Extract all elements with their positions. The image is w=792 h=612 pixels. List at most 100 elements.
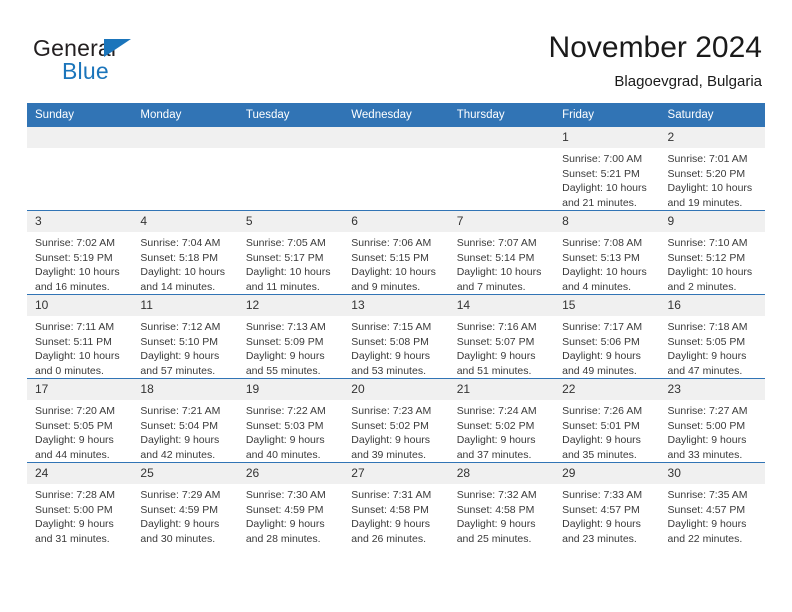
calendar-day-cell: 5 Sunrise: 7:05 AM Sunset: 5:17 PM Daylight… <box>237 210 344 295</box>
calendar-week-row: 24 Sunrise: 7:28 AM Sunset: 5:00 PM Dayligh… <box>27 462 765 546</box>
daylight-duration-line2: and 11 minutes. <box>245 280 320 293</box>
daylight-duration-line1: Daylight: 9 hours <box>562 434 641 446</box>
title-block: November 2024 Blagoevgrad, Bulgaria <box>549 30 762 92</box>
daylight-duration-line1: Daylight: 10 hours <box>35 350 120 362</box>
day-number: 9 <box>659 211 765 232</box>
daylight-duration-line2: and 42 minutes. <box>140 448 216 461</box>
day-details: Sunrise: 7:02 AM Sunset: 5:19 PM Daylight:… <box>27 232 132 294</box>
logo-text-blue: Blue <box>62 58 109 84</box>
sunset-time: Sunset: 5:07 PM <box>456 335 535 348</box>
day-number: 8 <box>554 211 660 232</box>
calendar-day-cell: 30 Sunrise: 7:35 AM Sunset: 4:57 PM Dayligh… <box>659 462 765 546</box>
calendar-page: General Blue November 2024 Blagoevgrad, … <box>0 0 792 612</box>
calendar-day-cell: 27 Sunrise: 7:31 AM Sunset: 4:58 PM Dayligh… <box>343 462 449 546</box>
day-details: Sunrise: 7:29 AM Sunset: 4:59 PM Daylight:… <box>132 484 237 546</box>
sunrise-time: Sunrise: 7:10 AM <box>667 237 748 249</box>
day-details: Sunrise: 7:23 AM Sunset: 5:02 PM Daylight:… <box>343 400 448 462</box>
daylight-duration-line1: Daylight: 9 hours <box>35 518 114 530</box>
day-number <box>27 127 133 148</box>
calendar-day-cell: 25 Sunrise: 7:29 AM Sunset: 4:59 PM Dayligh… <box>132 462 238 546</box>
page-subtitle: Blagoevgrad, Bulgaria <box>614 73 762 90</box>
daylight-duration-line1: Daylight: 9 hours <box>140 350 220 362</box>
day-details: Sunrise: 7:06 AM Sunset: 5:15 PM Daylight:… <box>343 232 448 294</box>
weekday-header-monday: Monday <box>132 103 238 127</box>
day-details: Sunrise: 7:18 AM Sunset: 5:05 PM Daylight:… <box>660 316 765 378</box>
calendar-day-cell-empty <box>343 127 449 211</box>
day-number: 7 <box>448 211 555 232</box>
sunset-time: Sunset: 5:15 PM <box>351 251 429 264</box>
sunset-time: Sunset: 5:03 PM <box>245 419 324 432</box>
sunrise-time: Sunrise: 7:08 AM <box>562 237 643 249</box>
calendar-day-cell: 21 Sunrise: 7:24 AM Sunset: 5:02 PM Dayligh… <box>448 378 555 463</box>
daylight-duration-line2: and 28 minutes. <box>245 532 321 545</box>
daylight-duration-line2: and 39 minutes. <box>351 448 426 461</box>
sunrise-time: Sunrise: 7:17 AM <box>562 321 643 333</box>
calendar-day-cell: 17 Sunrise: 7:20 AM Sunset: 5:05 PM Dayligh… <box>27 378 133 463</box>
calendar-day-cell: 22 Sunrise: 7:26 AM Sunset: 5:01 PM Dayligh… <box>554 378 660 463</box>
day-number: 3 <box>27 211 133 232</box>
daylight-duration-line2: and 47 minutes. <box>667 364 743 377</box>
sunrise-time: Sunrise: 7:22 AM <box>245 405 326 417</box>
day-number <box>448 127 555 148</box>
sunrise-time: Sunrise: 7:24 AM <box>456 405 537 417</box>
sunset-time: Sunset: 5:04 PM <box>140 419 219 432</box>
sunset-time: Sunset: 5:11 PM <box>35 335 112 348</box>
daylight-duration-line2: and 37 minutes. <box>456 448 532 461</box>
day-number: 16 <box>659 295 765 316</box>
day-number: 15 <box>554 295 660 316</box>
calendar-body: 1 Sunrise: 7:00 AM Sunset: 5:21 PM Daylight… <box>27 127 765 546</box>
calendar-day-cell: 15 Sunrise: 7:17 AM Sunset: 5:06 PM Dayligh… <box>554 294 660 379</box>
day-number <box>343 127 449 148</box>
day-details: Sunrise: 7:35 AM Sunset: 4:57 PM Daylight:… <box>660 484 765 546</box>
calendar-week-row: 17 Sunrise: 7:20 AM Sunset: 5:05 PM Dayligh… <box>27 378 765 463</box>
daylight-duration-line2: and 9 minutes. <box>351 280 421 293</box>
day-details: Sunrise: 7:31 AM Sunset: 4:58 PM Daylight:… <box>343 484 448 546</box>
calendar-header-row: Sunday Monday Tuesday Wednesday Thursday… <box>27 103 765 127</box>
calendar-day-cell: 8 Sunrise: 7:08 AM Sunset: 5:13 PM Daylight… <box>554 210 660 295</box>
daylight-duration-line2: and 21 minutes. <box>562 196 637 209</box>
day-details: Sunrise: 7:05 AM Sunset: 5:17 PM Daylight:… <box>238 232 343 294</box>
calendar-day-cell: 3 Sunrise: 7:02 AM Sunset: 5:19 PM Daylight… <box>27 210 133 295</box>
weekday-header-saturday: Saturday <box>659 103 765 127</box>
daylight-duration-line2: and 14 minutes. <box>140 280 216 293</box>
sunrise-time: Sunrise: 7:28 AM <box>35 489 115 501</box>
sunrise-time: Sunrise: 7:12 AM <box>140 321 221 333</box>
weekday-header-thursday: Thursday <box>448 103 555 127</box>
sunrise-time: Sunrise: 7:01 AM <box>667 153 748 165</box>
calendar-day-cell: 26 Sunrise: 7:30 AM Sunset: 4:59 PM Dayligh… <box>237 462 344 546</box>
sunset-time: Sunset: 5:09 PM <box>245 335 324 348</box>
sunrise-time: Sunrise: 7:31 AM <box>351 489 432 501</box>
day-details: Sunrise: 7:16 AM Sunset: 5:07 PM Daylight:… <box>449 316 554 378</box>
sunrise-time: Sunrise: 7:33 AM <box>562 489 643 501</box>
calendar-day-cell: 16 Sunrise: 7:18 AM Sunset: 5:05 PM Dayligh… <box>659 294 765 379</box>
day-number: 28 <box>448 463 555 484</box>
day-number: 14 <box>448 295 555 316</box>
weekday-header-sunday: Sunday <box>27 103 133 127</box>
calendar-day-cell: 12 Sunrise: 7:13 AM Sunset: 5:09 PM Dayligh… <box>237 294 344 379</box>
daylight-duration-line2: and 49 minutes. <box>562 364 637 377</box>
calendar-day-cell: 23 Sunrise: 7:27 AM Sunset: 5:00 PM Dayligh… <box>659 378 765 463</box>
sunrise-time: Sunrise: 7:18 AM <box>667 321 748 333</box>
day-number: 22 <box>554 379 660 400</box>
day-details: Sunrise: 7:21 AM Sunset: 5:04 PM Daylight:… <box>132 400 237 462</box>
sunset-time: Sunset: 5:00 PM <box>667 419 746 432</box>
calendar-week-row: 1 Sunrise: 7:00 AM Sunset: 5:21 PM Daylight… <box>27 127 765 211</box>
daylight-duration-line2: and 4 minutes. <box>562 280 631 293</box>
day-number: 24 <box>27 463 133 484</box>
daylight-duration-line1: Daylight: 9 hours <box>351 434 431 446</box>
daylight-duration-line2: and 44 minutes. <box>35 448 110 461</box>
day-details: Sunrise: 7:32 AM Sunset: 4:58 PM Daylight:… <box>449 484 554 546</box>
day-number: 10 <box>27 295 133 316</box>
calendar-day-cell: 4 Sunrise: 7:04 AM Sunset: 5:18 PM Daylight… <box>132 210 238 295</box>
daylight-duration-line1: Daylight: 10 hours <box>667 182 753 194</box>
daylight-duration-line1: Daylight: 9 hours <box>562 518 641 530</box>
sunset-time: Sunset: 5:10 PM <box>140 335 219 348</box>
day-details: Sunrise: 7:10 AM Sunset: 5:12 PM Daylight:… <box>660 232 765 294</box>
sunrise-time: Sunrise: 7:30 AM <box>245 489 326 501</box>
day-number: 1 <box>554 127 660 148</box>
sunset-time: Sunset: 5:18 PM <box>140 251 219 264</box>
sunset-time: Sunset: 4:57 PM <box>562 503 640 516</box>
daylight-duration-line1: Daylight: 9 hours <box>140 434 220 446</box>
daylight-duration-line1: Daylight: 9 hours <box>667 434 747 446</box>
sunrise-time: Sunrise: 7:05 AM <box>245 237 326 249</box>
